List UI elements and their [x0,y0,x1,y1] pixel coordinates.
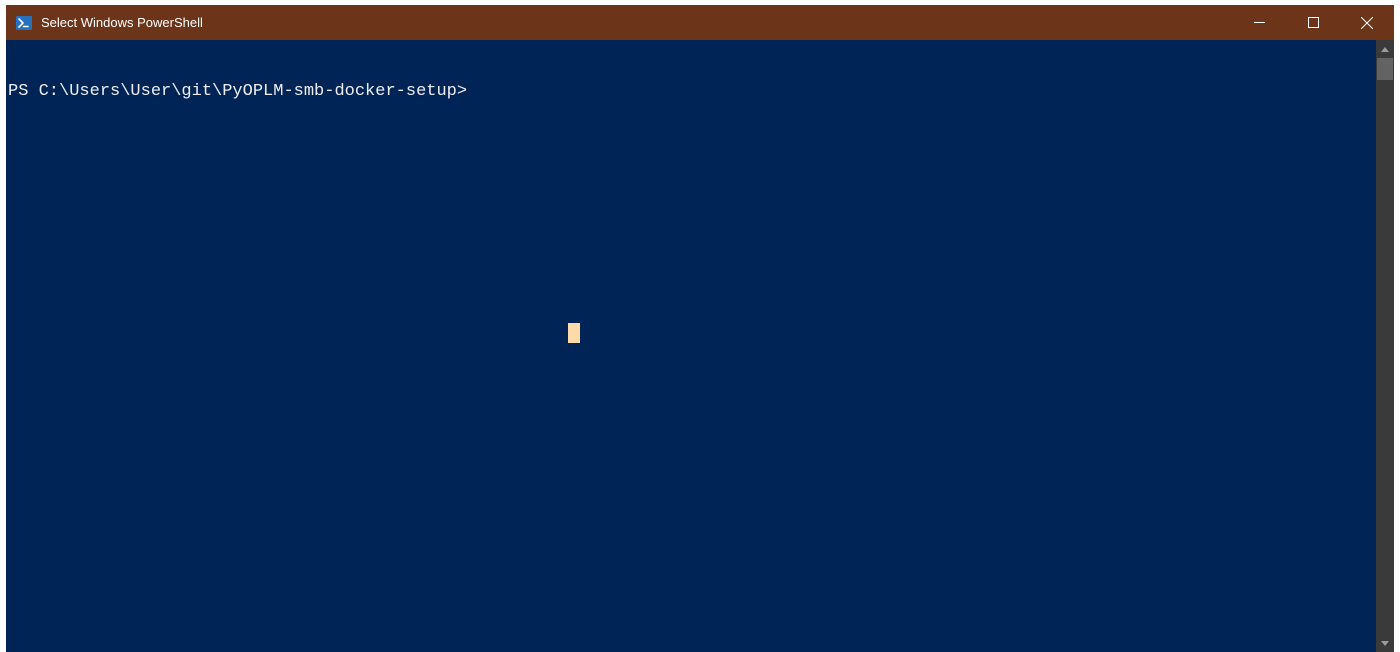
scroll-down-arrow-icon[interactable] [1376,634,1394,652]
titlebar[interactable]: Select Windows PowerShell [6,5,1394,40]
close-button[interactable] [1340,5,1394,40]
powershell-icon [15,14,33,32]
powershell-window: Select Windows PowerShell PS C: [6,5,1394,652]
minimize-button[interactable] [1232,5,1286,40]
scroll-up-arrow-icon[interactable] [1376,40,1394,58]
client-area: PS C:\Users\User\git\PyOPLM-smb-docker-s… [6,40,1394,652]
vertical-scrollbar[interactable] [1376,40,1394,652]
window-title: Select Windows PowerShell [41,5,203,40]
window-controls [1232,5,1394,40]
prompt-line: PS C:\Users\User\git\PyOPLM-smb-docker-s… [8,82,1376,102]
text-cursor [568,323,580,343]
terminal-area[interactable]: PS C:\Users\User\git\PyOPLM-smb-docker-s… [6,40,1376,652]
scroll-thumb[interactable] [1377,58,1393,80]
maximize-button[interactable] [1286,5,1340,40]
